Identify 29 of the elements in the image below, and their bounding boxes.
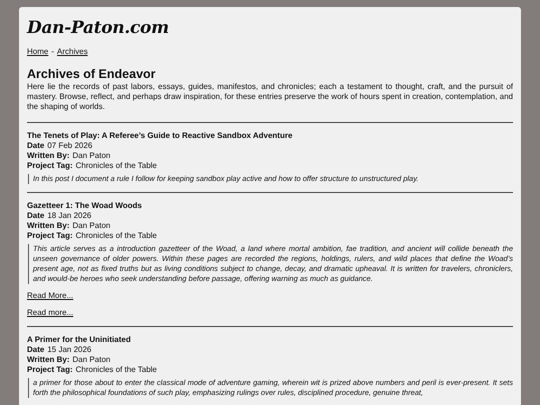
meta-label: Project Tag: <box>27 365 73 375</box>
read-more-link[interactable]: Read More... <box>27 291 74 300</box>
entry-tag: Chronicles of the Table <box>76 231 157 241</box>
entry-title: Gazetteer 1: The Woad Woods <box>27 201 143 211</box>
site-title: Dan-Paton.com <box>27 18 170 38</box>
entry-author: Dan Paton <box>72 151 110 161</box>
meta-label: Written By: <box>27 355 70 365</box>
read-more-link[interactable]: Read more... <box>27 308 74 317</box>
intro-paragraph: Here lie the records of past labors, essays, guides, manifestos, and chronicles; each a testament to thought, craft, and the pursuit of mastery. Browse, reflect, and perhaps draw inspiration, for these entries preserve the work of hours spent in creation, contemplation, and the shaping of worlds. <box>27 82 513 112</box>
meta-label: Project Tag: <box>27 231 73 241</box>
entry-date: 15 Jan 2026 <box>47 345 92 355</box>
meta-label: Project Tag: <box>27 161 73 171</box>
meta-label: Date <box>27 211 44 221</box>
meta-label: Date <box>27 141 44 151</box>
breadcrumb-link[interactable]: Archives <box>57 47 88 56</box>
entry-tag: Chronicles of the Table <box>76 365 157 375</box>
meta-label: Written By: <box>27 151 70 161</box>
entry-date: 07 Feb 2026 <box>47 141 92 151</box>
meta-label: Written By: <box>27 221 70 231</box>
page-heading: Archives of Endeavor <box>27 67 157 81</box>
entry-title: A Primer for the Uninitiated <box>27 335 132 345</box>
breadcrumb-separator: - <box>51 47 54 56</box>
entry-author: Dan Paton <box>72 221 110 231</box>
entry-tag: Chronicles of the Table <box>76 161 157 171</box>
entry-date: 18 Jan 2026 <box>47 211 92 221</box>
meta-label: Date <box>27 345 44 355</box>
breadcrumb-link[interactable]: Home <box>27 47 48 56</box>
entry-title: The Tenets of Play: A Referee’s Guide to Reactive Sandbox Adventure <box>27 131 294 141</box>
entry-author: Dan Paton <box>72 355 110 365</box>
